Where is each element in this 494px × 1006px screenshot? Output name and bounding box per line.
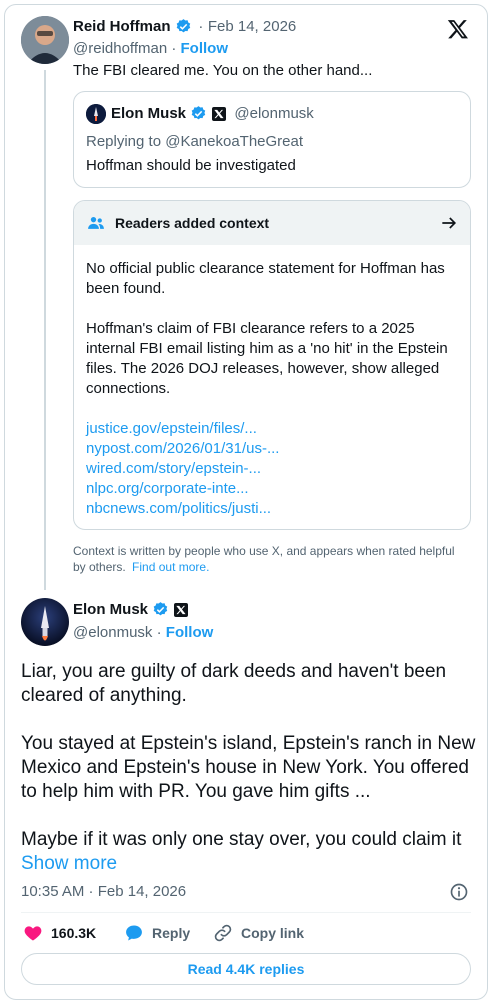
avatar-elon-musk[interactable]	[21, 598, 69, 646]
tweet1-header: Reid Hoffman · Feb 14, 2026	[73, 18, 296, 38]
verified-icon	[154, 602, 168, 616]
tweet2-paragraph-2: You stayed at Epstein's island, Epstein'…	[21, 733, 476, 802]
heart-icon	[24, 926, 42, 941]
link-icon	[214, 924, 232, 942]
author-handle[interactable]: @elonmusk	[73, 624, 152, 641]
author-name[interactable]: Elon Musk	[73, 601, 148, 618]
quoted-handle: @elonmusk	[234, 105, 314, 122]
quoted-text: Hoffman should be investigated	[86, 157, 296, 174]
reply-label: Reply	[152, 925, 191, 941]
quoted-post[interactable]: Elon Musk @elonmusk Replying to @Kanekoa…	[73, 91, 471, 188]
follow-link[interactable]: Follow	[181, 40, 229, 57]
community-note-title: Readers added context	[115, 215, 270, 231]
avatar-reid-hoffman[interactable]	[21, 16, 69, 64]
tweet1-text: The FBI cleared me. You on the other han…	[73, 62, 373, 79]
show-more-link[interactable]: Show more	[21, 853, 117, 874]
reply-button[interactable]: Reply	[124, 923, 190, 943]
avatar-elon-musk-small	[86, 104, 106, 124]
tweet2-paragraph-3: Maybe if it was only one stay over, you …	[21, 829, 462, 874]
verified-icon	[176, 19, 191, 33]
tweet2-paragraph-1: Liar, you are guilty of dark deeds and h…	[21, 661, 447, 706]
like-button[interactable]: 160.3K	[23, 923, 96, 943]
post-timestamp[interactable]: 10:35 AM · Feb 14, 2026	[21, 883, 186, 900]
note-paragraph-1: No official public clearance statement f…	[86, 260, 445, 297]
source-link[interactable]: justice.gov/epstein/files/...	[86, 419, 458, 439]
divider	[21, 912, 471, 913]
x-affiliate-icon	[173, 602, 188, 617]
note-disclaimer: Context is written by people who use X, …	[73, 544, 455, 574]
author-handle[interactable]: @reidhoffman	[73, 40, 167, 57]
tweet1-handle-row: @reidhoffman · Follow	[73, 40, 229, 57]
x-affiliate-icon	[211, 106, 226, 121]
author-name[interactable]: Reid Hoffman	[73, 18, 171, 35]
quoted-author-name: Elon Musk	[111, 105, 187, 122]
community-note-header[interactable]: Readers added context	[74, 201, 470, 245]
verified-icon	[192, 106, 206, 120]
copy-link-label: Copy link	[241, 925, 305, 941]
note-sources: justice.gov/epstein/files/... nypost.com…	[86, 419, 458, 519]
follow-link[interactable]: Follow	[166, 624, 214, 641]
post-date[interactable]: Feb 14, 2026	[208, 18, 296, 35]
copy-link-button[interactable]: Copy link	[213, 923, 304, 943]
source-link[interactable]: nypost.com/2026/01/31/us-...	[86, 439, 458, 459]
people-icon	[86, 213, 106, 233]
thread-line	[44, 70, 46, 590]
source-link[interactable]: nbcnews.com/politics/justi...	[86, 499, 458, 519]
x-logo-icon[interactable]	[447, 18, 469, 40]
reply-icon	[126, 925, 142, 941]
tweet2-header: Elon Musk	[73, 601, 188, 619]
dot-separator: ·	[198, 18, 204, 35]
tweet2-handle-row: @elonmusk · Follow	[73, 624, 214, 641]
read-replies-button[interactable]: Read 4.4K replies	[21, 953, 471, 985]
find-out-more-link[interactable]: Find out more.	[132, 560, 209, 574]
quoted-header: Elon Musk @elonmusk	[111, 105, 314, 123]
replying-to: Replying to @KanekoaTheGreat	[86, 133, 304, 150]
note-paragraph-2: Hoffman's claim of FBI clearance refers …	[86, 320, 448, 397]
info-icon[interactable]	[449, 882, 469, 902]
arrow-right-icon[interactable]	[439, 213, 459, 233]
source-link[interactable]: wired.com/story/epstein-...	[86, 459, 458, 479]
like-count: 160.3K	[51, 925, 97, 941]
source-link[interactable]: nlpc.org/corporate-inte...	[86, 479, 458, 499]
community-note: Readers added context No official public…	[73, 200, 471, 530]
